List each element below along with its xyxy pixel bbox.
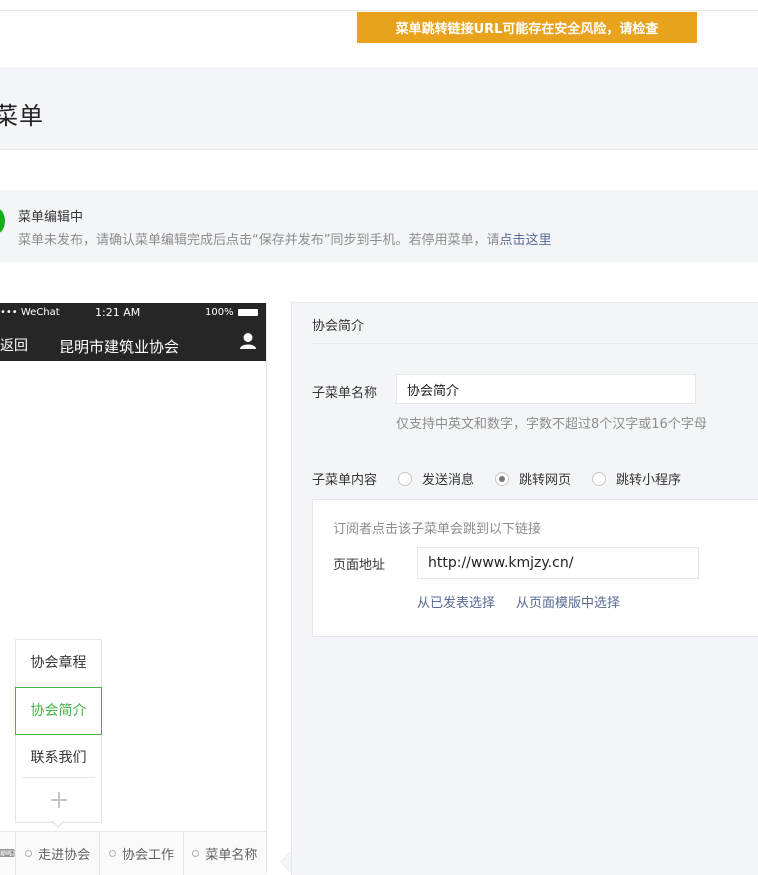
menu-editor-panel: 协会简介 子菜单名称 协会简介 仅支持中英文和数字，字数不超过8个汉字或16个字… (291, 302, 758, 875)
editing-notice: 菜单编辑中 菜单未发布，请确认菜单编辑完成后点击“保存并发布”同步到手机。若停用… (0, 190, 758, 262)
top-bar (0, 0, 758, 11)
battery-icon (238, 309, 258, 316)
name-hint: 仅支持中英文和数字，字数不超过8个汉字或16个字母 (396, 417, 707, 432)
bullet-icon (108, 850, 116, 857)
info-icon (0, 208, 5, 234)
menu-tab-3[interactable]: 菜单名称 (182, 832, 266, 875)
page-header: 菜单 (0, 67, 758, 150)
select-template-link[interactable]: 从页面模版中选择 (516, 592, 620, 611)
submenu-item[interactable]: 联系我们 (16, 735, 101, 782)
radio-jump-miniprogram[interactable]: 跳转小程序 (592, 469, 681, 488)
menu-tab-1[interactable]: 走进协会 (15, 832, 99, 875)
bullet-icon (25, 850, 33, 857)
page-title: 菜单 (0, 102, 44, 130)
submenu-item-active[interactable]: 协会简介 (15, 687, 102, 735)
name-label: 子菜单名称 (312, 386, 378, 401)
editor-pointer (280, 851, 291, 873)
divider (312, 343, 758, 344)
radio-send-message[interactable]: 发送消息 (398, 469, 474, 488)
notice-text: 菜单未发布，请确认菜单编辑完成后点击“保存并发布”同步到手机。若停用菜单，请 (18, 233, 500, 248)
editor-title: 协会简介 (312, 319, 365, 334)
submenu-popup: 协会章程 协会简介 联系我们 (15, 639, 102, 823)
bullet-icon (192, 850, 200, 857)
user-icon (240, 333, 256, 349)
disable-menu-link[interactable]: 点击这里 (499, 233, 551, 248)
account-name: 昆明市建筑业协会 (59, 338, 180, 356)
menu-tab-label: 菜单名称 (205, 848, 258, 863)
battery-label: 100% (205, 307, 234, 318)
menu-tab-label: 走进协会 (38, 848, 91, 863)
notice-description: 菜单未发布，请确认菜单编辑完成后点击“保存并发布”同步到手机。若停用菜单，请点击… (18, 229, 552, 248)
back-label: 返回 (0, 338, 28, 354)
select-published-link[interactable]: 从已发表选择 (417, 592, 495, 611)
menu-tab-label: 协会工作 (121, 848, 174, 863)
content-label: 子菜单内容 (312, 473, 378, 488)
url-label: 页面地址 (333, 558, 386, 573)
submenu-name-input[interactable]: 协会简介 (396, 374, 696, 404)
phone-preview: ••• WeChat 1:21 AM 100% 返回 昆明市建筑业协会 协会章程… (0, 303, 267, 875)
plus-icon (50, 792, 67, 808)
url-risk-warning: 菜单跳转链接URL可能存在安全风险，请检查 (357, 12, 697, 43)
radio-label: 发送消息 (422, 473, 475, 488)
notice-title: 菜单编辑中 (18, 210, 84, 225)
url-settings-box: 订阅者点击该子菜单会跳到以下链接 页面地址 http://www.kmjzy.c… (312, 499, 758, 637)
url-intro: 订阅者点击该子菜单会跳到以下链接 (333, 522, 542, 537)
menu-tabbar: ⌨ 走进协会 协会工作 菜单名称 (0, 831, 266, 875)
radio-label: 跳转小程序 (616, 473, 682, 488)
phone-header: ••• WeChat 1:21 AM 100% 返回 昆明市建筑业协会 (0, 303, 266, 361)
carrier-label: ••• WeChat (0, 307, 60, 318)
add-submenu-button[interactable] (22, 777, 95, 822)
radio-circle (592, 471, 606, 486)
page-url-input[interactable]: http://www.kmjzy.cn/ (417, 547, 699, 579)
submenu-arrow (51, 820, 65, 828)
menu-tab-2[interactable]: 协会工作 (99, 832, 182, 875)
submenu-item[interactable]: 协会章程 (16, 640, 101, 687)
keyboard-icon[interactable]: ⌨ (0, 832, 15, 875)
radio-jump-webpage[interactable]: 跳转网页 (495, 469, 571, 488)
status-time: 1:21 AM (95, 306, 141, 319)
radio-label: 跳转网页 (519, 473, 572, 488)
radio-circle (398, 471, 412, 486)
radio-circle (495, 471, 509, 486)
